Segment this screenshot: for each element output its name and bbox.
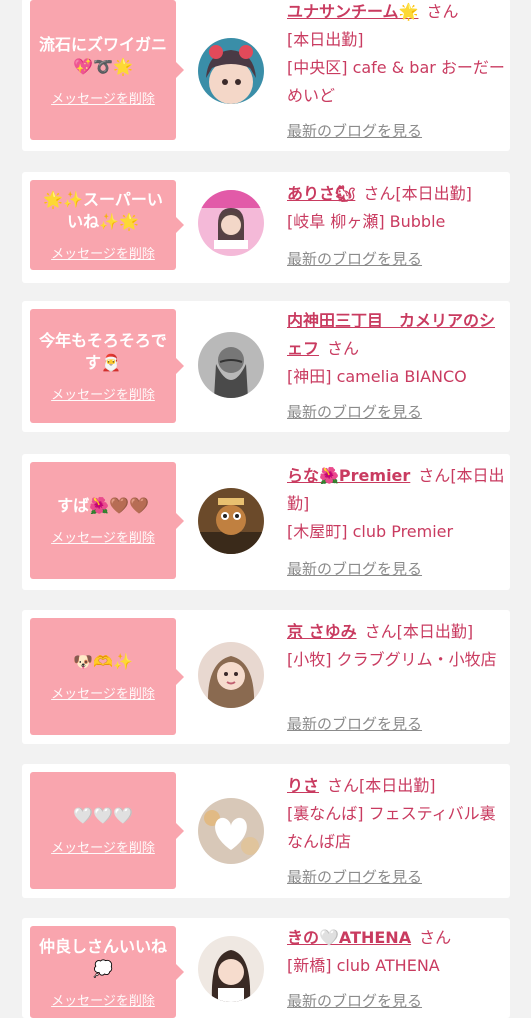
honorific: さん (363, 184, 396, 203)
delete-message-link[interactable]: メッセージを削除 (51, 384, 155, 403)
honorific: さん (327, 776, 360, 795)
profile-name-link[interactable]: きの🤍ATHENA (287, 928, 411, 947)
message-card: 流石にズワイガニ 💖➰🌟 メッセージを削除 ユナサンチーム🌟 さん [本日出勤] … (22, 0, 510, 151)
avatar[interactable] (198, 488, 264, 554)
message-bubble: 仲良しさんいいね 💭 メッセージを削除 (30, 926, 184, 1018)
profile-info: りさ さん[本日出勤] [裏なんば] フェスティバル裏なんば店 (287, 772, 507, 856)
profile-name-link[interactable]: らな🌺Premier (287, 466, 410, 485)
delete-message-link[interactable]: メッセージを削除 (51, 837, 155, 856)
profile-info: らな🌺Premier さん[本日出勤] [木屋町] club Premier (287, 462, 507, 546)
latest-blog-link[interactable]: 最新のブログを見る (287, 248, 422, 269)
message-text: 仲良しさんいいね 💭 (38, 936, 167, 978)
message-card: 🤍🤍🤍 メッセージを削除 りさ さん[本日出勤] [裏なんば] フェスティバル裏な… (22, 764, 510, 898)
shop-text: [中央区] cafe & bar おーだーめいど (287, 58, 505, 105)
profile-info: きの🤍ATHENA さん [新橋] club ATHENA (287, 924, 507, 980)
avatar[interactable] (198, 936, 264, 1002)
message-card: 仲良しさんいいね 💭 メッセージを削除 きの🤍ATHENA さん [新橋] clu… (22, 918, 510, 1018)
message-text: すば🌺🤎🤎 (57, 496, 149, 515)
message-card: 今年もそろそろで す🎅 メッセージを削除 内神田三丁目 カメリアのシェフ さん [… (22, 301, 510, 432)
profile-name-link[interactable]: 内神田三丁目 カメリアのシェフ (287, 311, 495, 358)
message-text: 流石にズワイガニ 💖➰🌟 (38, 34, 167, 76)
shop-text: [裏なんば] フェスティバル裏なんば店 (287, 804, 496, 851)
delete-message-link[interactable]: メッセージを削除 (51, 527, 155, 546)
avatar[interactable] (198, 332, 264, 398)
shop-text: [小牧] クラブグリム・小牧店 (287, 650, 497, 669)
message-bubble: 流石にズワイガニ 💖➰🌟 メッセージを削除 (30, 0, 184, 140)
message-card: 🐶🫶✨ メッセージを削除 京 さゆみ さん[本日出勤] [小牧] クラブグリム・小… (22, 610, 510, 744)
message-bubble: 🐶🫶✨ メッセージを削除 (30, 618, 184, 735)
shop-text: [新橋] club ATHENA (287, 956, 440, 975)
delete-message-link[interactable]: メッセージを削除 (51, 683, 155, 702)
latest-blog-link[interactable]: 最新のブログを見る (287, 401, 422, 422)
latest-blog-link[interactable]: 最新のブログを見る (287, 558, 422, 579)
profile-info: 京 さゆみ さん[本日出勤] [小牧] クラブグリム・小牧店 (287, 618, 507, 674)
latest-blog-link[interactable]: 最新のブログを見る (287, 713, 422, 734)
profile-info: ありさ🐿 さん[本日出勤] [岐阜 柳ヶ瀬] Bubble (287, 180, 507, 236)
profile-info: 内神田三丁目 カメリアのシェフ さん [神田] camelia BIANCO (287, 307, 507, 391)
shop-text: [神田] camelia BIANCO (287, 367, 467, 386)
profile-name-link[interactable]: りさ (287, 776, 319, 795)
honorific: さん (419, 928, 452, 947)
message-text: 🤍🤍🤍 (73, 806, 133, 825)
delete-message-link[interactable]: メッセージを削除 (51, 243, 155, 262)
message-card: 🌟✨スーパーい いね✨🌟 メッセージを削除 ありさ🐿 さん[本日出勤] [岐阜 柳… (22, 172, 510, 283)
status-text: [本日出勤] (396, 622, 474, 641)
avatar[interactable] (198, 642, 264, 708)
message-bubble: 🤍🤍🤍 メッセージを削除 (30, 772, 184, 889)
honorific: さん (327, 339, 360, 358)
status-text: [本日出勤] (395, 184, 472, 203)
avatar[interactable] (198, 190, 264, 256)
message-bubble: 今年もそろそろで す🎅 メッセージを削除 (30, 309, 184, 423)
latest-blog-link[interactable]: 最新のブログを見る (287, 866, 422, 887)
latest-blog-link[interactable]: 最新のブログを見る (287, 120, 422, 141)
message-text: 🌟✨スーパーい いね✨🌟 (43, 189, 163, 231)
honorific: さん (418, 466, 451, 485)
profile-name-link[interactable]: ありさ🐿 (287, 184, 355, 203)
message-card: すば🌺🤎🤎 メッセージを削除 らな🌺Premier さん[本日出勤] [木屋町] … (22, 454, 510, 590)
profile-name-link[interactable]: 京 さゆみ (287, 622, 357, 641)
avatar[interactable] (198, 798, 264, 864)
status-text: [本日出勤] (359, 776, 436, 795)
shop-text: [岐阜 柳ヶ瀬] Bubble (287, 212, 446, 231)
message-bubble: すば🌺🤎🤎 メッセージを削除 (30, 462, 184, 579)
avatar[interactable] (198, 38, 264, 104)
status-text: [本日出勤] (287, 30, 364, 49)
message-text: 🐶🫶✨ (73, 652, 133, 671)
delete-message-link[interactable]: メッセージを削除 (51, 88, 155, 107)
profile-info: ユナサンチーム🌟 さん [本日出勤] [中央区] cafe & bar おーだーめ… (287, 0, 507, 110)
latest-blog-link[interactable]: 最新のブログを見る (287, 990, 422, 1011)
honorific: さん (426, 2, 459, 21)
message-text: 今年もそろそろで す🎅 (39, 330, 167, 372)
message-bubble: 🌟✨スーパーい いね✨🌟 メッセージを削除 (30, 180, 184, 270)
shop-text: [木屋町] club Premier (287, 522, 454, 541)
honorific: さん (364, 622, 397, 641)
delete-message-link[interactable]: メッセージを削除 (51, 990, 155, 1009)
profile-name-link[interactable]: ユナサンチーム🌟 (287, 2, 418, 21)
